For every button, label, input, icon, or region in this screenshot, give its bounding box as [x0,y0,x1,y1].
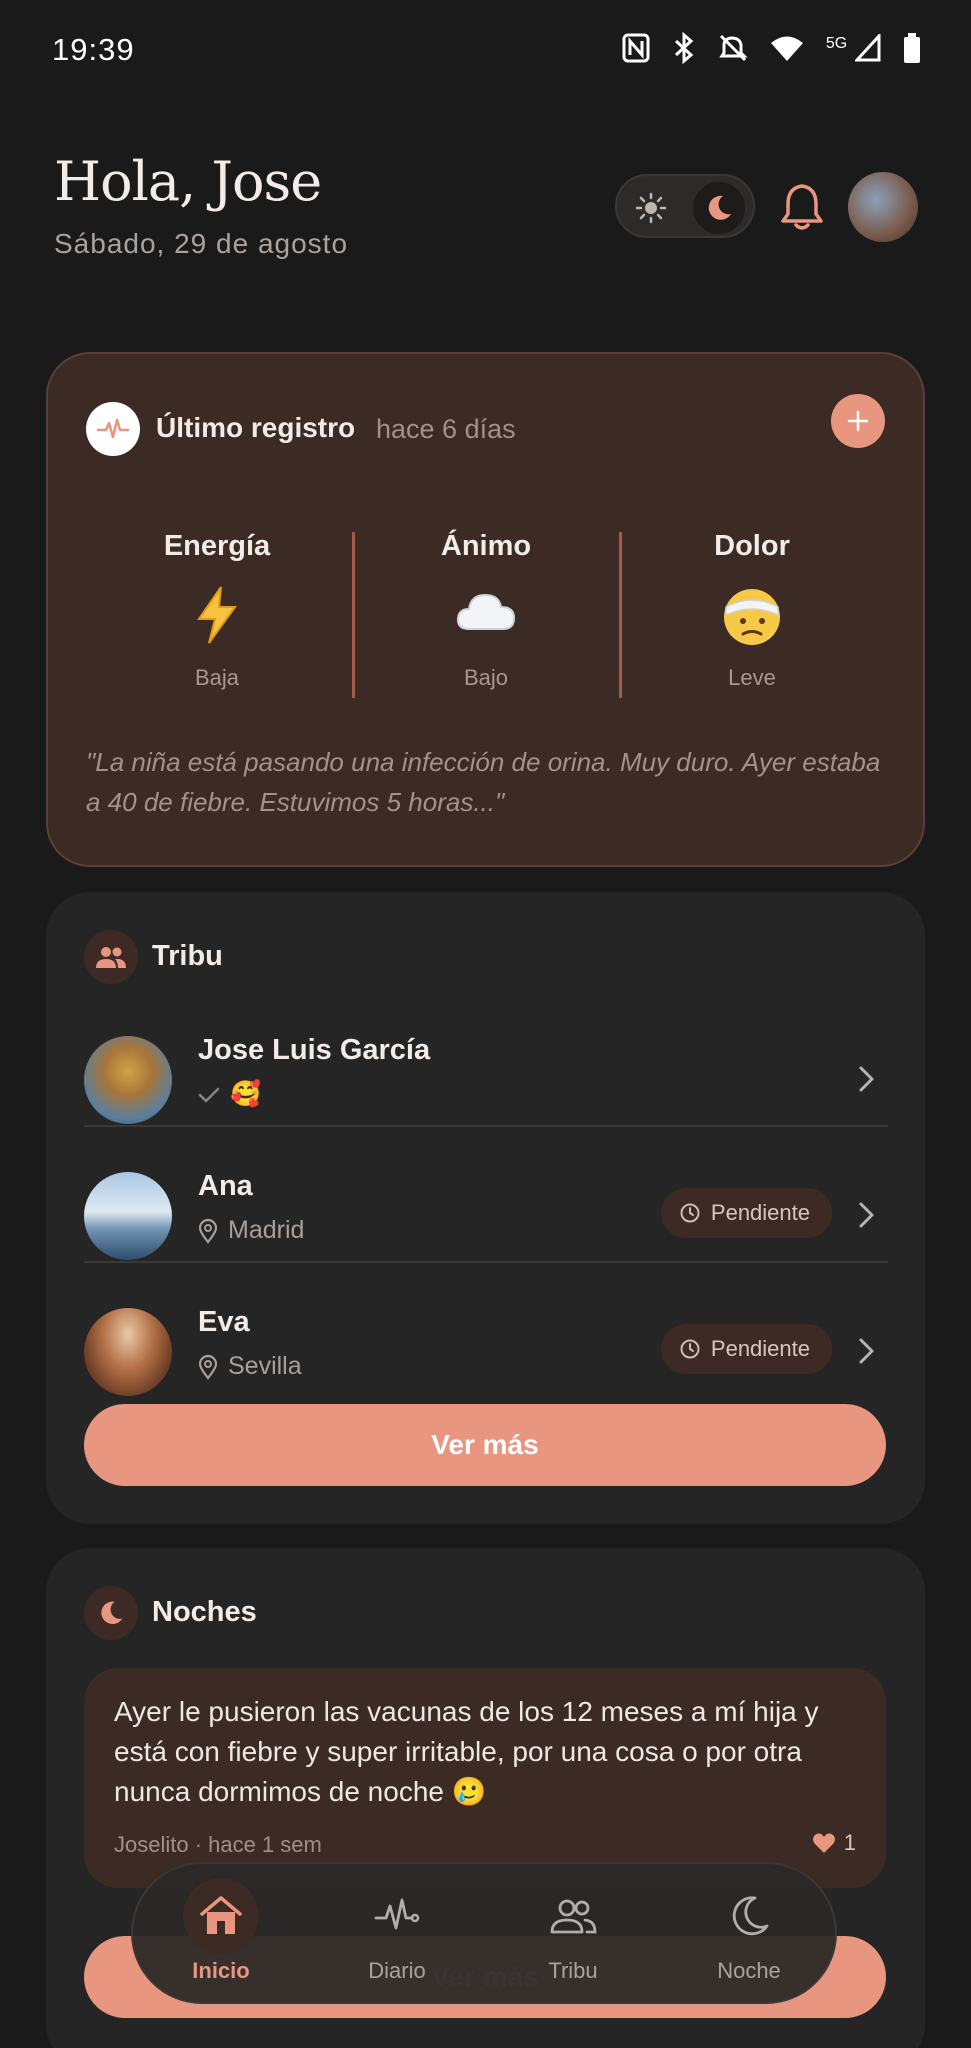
member-city: Sevilla [228,1352,302,1380]
check-icon [198,1087,220,1102]
location-pin-icon [198,1354,218,1380]
cloud-icon [353,585,619,649]
avatar [84,1308,172,1396]
post-meta: Joselito · hace 1 sem [114,1832,322,1857]
people-icon [84,930,138,984]
member-status: 🥰 [198,1080,261,1109]
metric-energy: Energía Baja [84,530,350,691]
metric-pain: Dolor Leve [619,530,885,691]
post-like-button[interactable]: 1 [812,1830,856,1856]
nav-item-noche[interactable]: Noche [661,1874,837,1998]
avatar [84,1036,172,1124]
people-icon [535,1878,611,1954]
theme-toggle[interactable] [615,174,755,238]
status-time: 19:39 [52,32,135,67]
nfc-icon [622,33,650,72]
clock-icon [680,1339,700,1359]
tribe-member-row[interactable]: Eva Sevilla Pendiente [84,1286,888,1420]
post-text: Ayer le pusieron las vacunas de los 12 m… [114,1696,819,1807]
last-entry-card[interactable]: Último registro hace 6 días Energía Baja… [46,352,925,867]
bandaged-face-icon [619,585,885,649]
member-location: Sevilla [198,1352,302,1381]
home-icon [183,1878,259,1954]
nights-title: Noches [152,1596,257,1628]
member-name: Eva [198,1306,250,1338]
status-badge: Pendiente [660,1324,832,1374]
status-badge-label: Pendiente [710,1336,810,1361]
member-name: Ana [198,1170,253,1202]
chevron-right-icon [859,1066,874,1092]
last-entry-time: hace 6 días [376,414,516,444]
member-name: Jose Luis García [198,1034,431,1066]
moon-icon[interactable] [693,182,745,234]
status-badge: Pendiente [660,1188,832,1238]
clock-icon [680,1203,700,1223]
status-bar: 19:39 5G [0,0,971,100]
date-subtitle: Sábado, 29 de agosto [54,228,349,259]
nav-item-tribu[interactable]: Tribu [485,1874,661,1998]
tribe-title: Tribu [152,940,223,972]
lightning-icon [84,585,350,649]
member-location: Madrid [198,1216,304,1245]
nav-label: Inicio [192,1958,250,1983]
status-icons: 5G [622,31,921,73]
location-pin-icon [198,1218,218,1244]
row-divider [84,1125,888,1127]
tribe-member-row[interactable]: Ana Madrid Pendiente [84,1150,888,1284]
metric-title: Dolor [714,530,790,562]
metric-mood: Ánimo Bajo [353,530,619,691]
signal-icon: 5G [826,32,881,71]
battery-icon [903,33,921,72]
greeting-title: Hola, Jose [54,150,322,213]
network-type: 5G [825,35,848,52]
metric-label: Bajo [463,665,509,690]
metric-title: Ánimo [440,530,532,562]
last-entry-title: Último registro [156,412,356,443]
member-reaction: 🥰 [230,1080,262,1108]
moon-icon [711,1878,787,1954]
tribe-see-more-button[interactable]: Ver más [84,1404,886,1486]
metric-label: Leve [728,665,776,690]
profile-avatar[interactable] [848,172,918,242]
nights-post[interactable]: Ayer le pusieron las vacunas de los 12 m… [84,1668,886,1888]
bottom-navigation: Inicio Diario Tribu Noche [131,1862,837,2004]
nav-label: Noche [717,1958,781,1983]
mute-icon [718,33,748,72]
chevron-right-icon [859,1202,874,1228]
tribe-member-row[interactable]: Jose Luis García 🥰 [84,1014,888,1148]
metric-label: Baja [194,665,240,690]
bell-icon[interactable] [780,180,824,232]
chevron-right-icon [859,1338,874,1364]
avatar [84,1172,172,1260]
wifi-icon [770,34,804,71]
heart-icon [812,1833,835,1853]
plus-icon [847,410,869,432]
nav-item-diario[interactable]: Diario [309,1874,485,1998]
pulse-icon [86,402,140,456]
moon-icon [84,1586,138,1640]
pulse-icon [359,1878,435,1954]
nav-label: Tribu [548,1958,598,1983]
like-count: 1 [843,1830,856,1855]
row-divider [84,1261,888,1263]
last-entry-note: "La niña está pasando una infección de o… [86,747,881,817]
status-badge-label: Pendiente [710,1200,810,1225]
metric-title: Energía [163,530,271,562]
sun-icon[interactable] [631,188,671,228]
add-entry-button[interactable] [831,394,885,448]
nav-item-inicio[interactable]: Inicio [133,1874,309,1998]
nav-label: Diario [368,1958,426,1983]
tribe-card: Tribu Jose Luis García 🥰 Ana Madrid Pend… [46,892,925,1524]
bluetooth-icon [672,31,696,73]
member-city: Madrid [228,1216,305,1244]
